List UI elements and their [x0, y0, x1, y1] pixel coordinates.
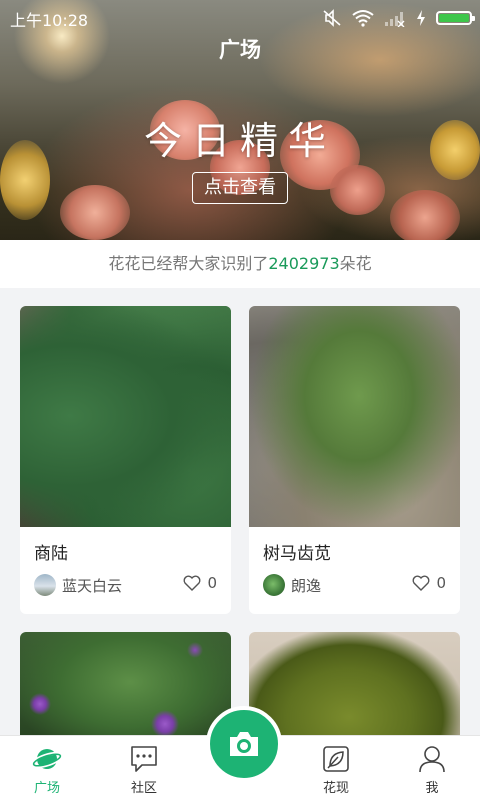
leaf-icon	[323, 746, 349, 772]
tab-community[interactable]: 社区	[109, 736, 179, 801]
flower-decoration	[60, 185, 130, 240]
flower-decoration	[330, 165, 385, 215]
battery-icon	[436, 11, 475, 25]
avatar[interactable]	[263, 574, 285, 596]
hero-banner[interactable]: 上午10:28 广场 今日精华 点击查看	[0, 0, 480, 240]
camera-icon	[230, 732, 258, 756]
heart-icon	[184, 575, 201, 591]
banner-title: 今日精华	[143, 119, 336, 163]
flower-decoration	[390, 190, 460, 240]
post-card[interactable]	[20, 632, 231, 752]
counter-suffix: 朵花	[339, 254, 372, 273]
plant-name: 树马齿苋	[263, 544, 331, 564]
tab-label: 广场	[33, 781, 60, 796]
person-icon	[419, 746, 445, 773]
signal-icon	[385, 12, 405, 27]
plant-photo	[20, 306, 231, 527]
plant-name: 商陆	[34, 544, 68, 564]
planet-icon	[32, 749, 62, 769]
charging-icon	[417, 10, 425, 26]
status-bar: 上午10:28	[0, 0, 480, 34]
like-button[interactable]: 0	[412, 574, 446, 592]
camera-button[interactable]	[206, 706, 282, 782]
view-button[interactable]: 点击查看	[192, 172, 288, 204]
plant-photo	[249, 306, 460, 527]
wifi-icon	[352, 10, 374, 27]
tab-discover[interactable]: 花现	[301, 736, 371, 801]
like-count: 0	[436, 574, 446, 592]
page-title: 广场	[219, 38, 261, 62]
like-button[interactable]: 0	[183, 574, 217, 592]
post-card[interactable]: 商陆 蓝天白云 0	[20, 306, 231, 614]
tab-plaza[interactable]: 广场	[12, 736, 82, 801]
chat-icon	[131, 746, 157, 772]
tab-label: 花现	[322, 781, 349, 796]
mute-icon	[323, 9, 341, 27]
counter-number: 2402973	[268, 254, 340, 273]
status-icons	[322, 8, 475, 28]
username[interactable]: 朗逸	[291, 575, 321, 596]
post-card[interactable]: 树马齿苋 朗逸 0	[249, 306, 460, 614]
plant-photo	[20, 632, 231, 752]
tab-me[interactable]: 我	[397, 736, 467, 801]
identification-counter: 花花已经帮大家识别了2402973朵花	[0, 240, 480, 288]
counter-prefix: 花花已经帮大家识别了	[108, 254, 269, 273]
username[interactable]: 蓝天白云	[62, 575, 122, 596]
like-count: 0	[207, 574, 217, 592]
avatar[interactable]	[34, 574, 56, 596]
tab-label: 社区	[130, 781, 157, 796]
tab-label: 我	[425, 781, 439, 796]
status-time: 上午10:28	[10, 11, 89, 30]
heart-icon	[413, 575, 430, 591]
